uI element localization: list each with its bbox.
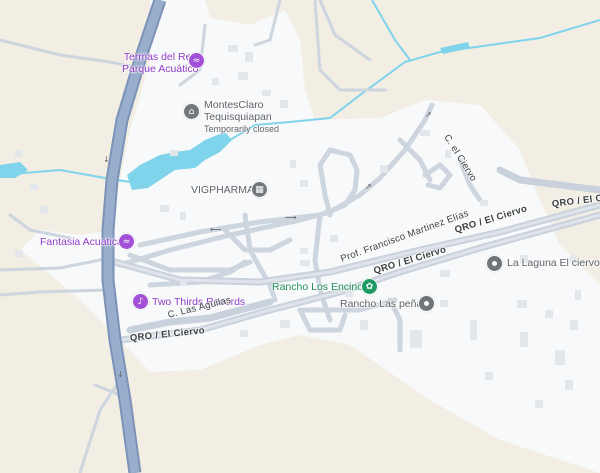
poi-label-fantasia[interactable]: Fantasia Acuatica xyxy=(40,236,123,248)
pool-icon[interactable]: ≈ xyxy=(188,52,205,69)
direction-arrow: ↓ xyxy=(117,370,124,379)
poi-status: Temporarily closed xyxy=(204,124,280,134)
direction-arrow: ↗ xyxy=(365,182,372,191)
poi-label-termas[interactable]: Termas del Rey Parque Acuático xyxy=(122,51,198,75)
poi-label-vigpharma[interactable]: VIGPHARMA xyxy=(191,184,254,196)
music-icon[interactable]: ♪ xyxy=(132,293,149,310)
bank-icon[interactable]: ▦ xyxy=(251,181,268,198)
pond xyxy=(0,162,28,178)
pin-icon[interactable] xyxy=(418,295,435,312)
poi-name: Termas del Rey xyxy=(123,51,197,63)
poi-label-rancho-penas[interactable]: Rancho Las peñas xyxy=(340,298,428,310)
pin-icon[interactable] xyxy=(486,255,503,272)
reservoir xyxy=(440,42,470,54)
hotel-icon[interactable]: ⌂ xyxy=(183,103,200,120)
poi-name-line2: Tequisquiapan xyxy=(204,111,272,123)
park-icon[interactable]: ✿ xyxy=(361,278,378,295)
direction-arrow: ⟵ xyxy=(210,225,222,234)
poi-name: MontesClaro xyxy=(204,99,264,111)
direction-arrow: ⟶ xyxy=(285,213,297,222)
poi-label-rancho-encinos[interactable]: Rancho Los Encinos xyxy=(272,281,368,293)
direction-arrow: ↗ xyxy=(425,110,432,119)
direction-arrow: ↓ xyxy=(103,155,110,164)
poi-name-line2: Parque Acuático xyxy=(122,63,199,75)
poi-label-la-laguna[interactable]: La Laguna El ciervo xyxy=(507,257,600,269)
pool-icon[interactable]: ≈ xyxy=(118,233,135,250)
map-canvas[interactable]: ⟵ ⟶ ↗ ↗ ↓ ↓ Termas del Rey Parque Acuáti… xyxy=(0,0,600,473)
poi-label-montesclaro[interactable]: MontesClaro Tequisquiapan Temporarily cl… xyxy=(204,99,279,135)
